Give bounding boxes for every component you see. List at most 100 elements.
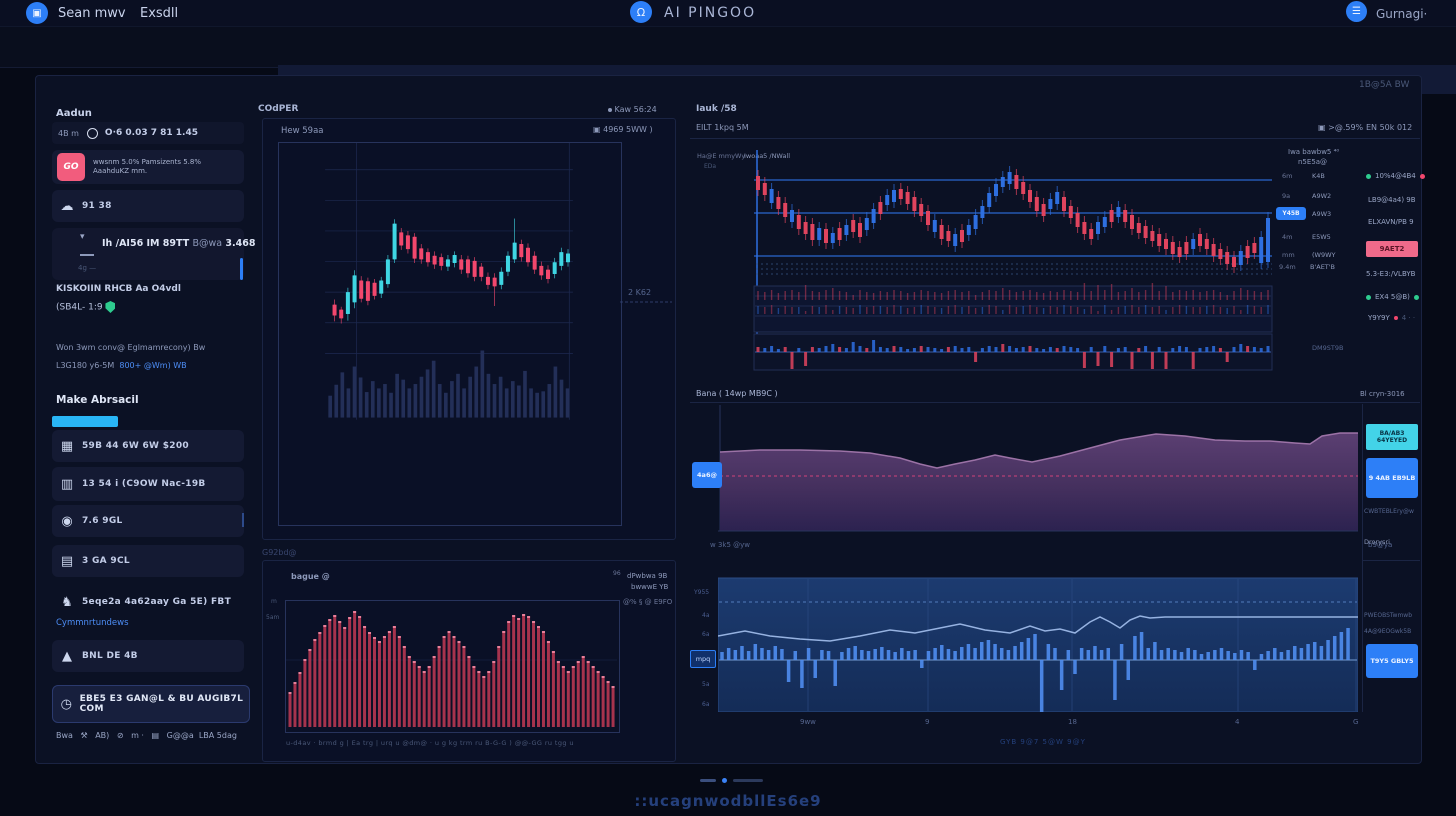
sidebar-item-power[interactable]: ◉ 7.6 9GL <box>52 505 244 537</box>
cyan-action-badge[interactable]: BA/AB3 64YEYED <box>1366 424 1418 450</box>
axis-header2: n5E5a@ <box>1298 158 1327 166</box>
pager-dot-active[interactable] <box>722 778 727 783</box>
cloud-item-label: 91 38 <box>82 201 112 211</box>
sidebar-item-calculator[interactable]: ▦ 59B 44 6W 6W $200 <box>52 430 244 462</box>
green-dot-icon <box>1366 295 1371 300</box>
scrollbar-tick <box>242 513 244 527</box>
sidebar-item-cash[interactable]: ▤ 3 GA 9CL <box>52 545 244 577</box>
main-chart-toolbar[interactable]: ▣ 4969 5WW ) <box>593 125 653 134</box>
price-val: E5W5 <box>1312 233 1331 241</box>
center-logo-icon: Ω <box>630 1 652 23</box>
sidebar-section-header: Make Abrsacil <box>56 394 139 406</box>
legend-item[interactable]: 10%4@4B4 <box>1366 172 1425 180</box>
main-chart-subtitle: Hew 59aa <box>281 126 324 136</box>
price-val: K4B <box>1312 172 1325 180</box>
slash-icon[interactable]: ⊘ <box>117 731 124 740</box>
calendar-icon: ▣ <box>1318 123 1326 132</box>
right-chart-meta2: EN 50k 012 <box>1366 123 1412 132</box>
legend-item[interactable]: Y9Y9Y 4 · · <box>1368 314 1415 322</box>
blue-xtick: 18 <box>1068 718 1077 726</box>
compass-icon: ◷ <box>53 697 80 712</box>
nav-link-exsdll[interactable]: Exsdll <box>140 6 178 21</box>
sidebar-item-label: 5eqe2a 4a62aay Ga 5E) FBT <box>82 597 231 607</box>
promo-line1: wwsnm 5.0% Pamsizents 5.8% <box>93 158 201 166</box>
price-val: (W9WY <box>1312 251 1336 259</box>
sidebar-item-cloud[interactable]: ☁ 91 38 <box>52 190 244 222</box>
legend-item[interactable]: LB9@4a4) 9B <box>1368 196 1416 204</box>
osc-xaxis-labels: u-d4av · brmd g | Ea trg | urq u @dm@ · … <box>286 739 652 747</box>
price-tick-line <box>620 300 672 306</box>
right-chart-meta1[interactable]: ▣ >@.59% <box>1318 123 1363 132</box>
cloud-icon: ☁ <box>52 199 82 214</box>
calendar-icon: ▣ <box>593 125 601 134</box>
main-chart-status: Kaw 56:24 <box>608 105 657 114</box>
blue-action-badge2[interactable]: T9Y5 GBLY5 <box>1366 644 1418 678</box>
sidebar-header: Aadun <box>56 108 92 119</box>
wrench-icon[interactable]: ⚒ <box>80 731 87 740</box>
price-label: 2 K62 <box>628 288 651 297</box>
osc-panel-label: G92bd@ <box>262 548 297 557</box>
card-icon[interactable]: ▤ <box>152 731 160 740</box>
blue-bar-chart[interactable] <box>718 576 1358 712</box>
footer-text3: m · <box>131 731 144 740</box>
sidebar-item-image[interactable]: ▲ BNL DE 4B <box>52 640 244 672</box>
account-title: Ih /AI56 IM 89TT <box>102 238 189 249</box>
sidebar-link-inline[interactable]: 800+ @Wm) WB <box>119 361 186 370</box>
sidebar-link[interactable]: Cymmnrtundews <box>56 618 129 628</box>
blue-action-badge[interactable]: 9 4AB EB9LB <box>1366 458 1418 498</box>
sidebar-item-label: 59B 44 6W 6W $200 <box>82 441 189 451</box>
right-candlestick-chart[interactable] <box>752 148 1274 374</box>
sidebar-item-horse[interactable]: ♞ 5eqe2a 4a62aay Ga 5E) FBT <box>52 588 244 616</box>
sidebar-scrollbar[interactable] <box>240 258 243 280</box>
bank-icon: ▥ <box>52 477 82 492</box>
osc-bar-chart[interactable] <box>285 600 618 731</box>
blue-ytick: 5a <box>702 681 710 688</box>
right-axis-left2: EDa <box>704 163 716 170</box>
osc-title: bague @ <box>291 572 330 581</box>
osc-right-line1: dPwbwa 9B <box>627 572 667 580</box>
right-chart-title: Iauk /58 <box>696 104 737 114</box>
app-title: AI PINGOO <box>664 5 756 21</box>
legend-pink-badge[interactable]: 9AET2 <box>1366 241 1418 257</box>
legend-item[interactable]: EX4 5@B) <box>1366 293 1419 301</box>
sidebar-account-block[interactable]: ▾ Ih /AI56 IM 89TT B@wa 3.468 4g — <box>52 228 244 280</box>
badges-text3: PWEOBSTwmwb <box>1364 612 1412 619</box>
legend-item[interactable]: 5.3-E3:/VLBYB <box>1366 270 1415 278</box>
price-val: B'AET'B <box>1310 263 1335 271</box>
sidebar-item-bank[interactable]: ▥ 13 54 i (C9OW Nac-19B <box>52 467 244 501</box>
sidebar-line1: KISKOIIN RHCB Aa O4vdl <box>56 284 181 294</box>
footer-text4: G@@a <box>167 731 194 740</box>
blue-xtick: G <box>1353 718 1358 726</box>
sidebar-item-label: EBE5 E3 GAN@L & BU AUGIB7L COM <box>80 694 249 714</box>
price-tick: 4m <box>1282 233 1292 241</box>
brand-name[interactable]: Sean mwv <box>58 6 126 21</box>
sidebar-item-label: 3 GA 9CL <box>82 556 130 566</box>
footer-text2: AB) <box>95 731 109 740</box>
chevron-down-icon[interactable]: ▾ <box>80 232 85 242</box>
sidebar-promo[interactable]: GO wwsnm 5.0% Pamsizents 5.8% AaahduKZ m… <box>52 150 244 184</box>
brand-logo-icon[interactable]: ▣ <box>26 2 48 24</box>
blue-left-badge[interactable]: mpq <box>690 650 716 668</box>
wallet-icon[interactable]: ☰ <box>1346 1 1367 22</box>
legend-item[interactable]: ELXAVN/PB 9 <box>1368 218 1414 226</box>
area-footer-left: w 3k5 @yw <box>710 541 750 549</box>
green-dot-icon <box>1414 295 1419 300</box>
area-chart[interactable] <box>718 404 1358 532</box>
pager-dash[interactable] <box>700 779 716 782</box>
divider <box>690 138 1420 139</box>
area-left-badge[interactable]: 4a6@ <box>692 462 722 488</box>
sidebar-line3: Won 3wm conv@ Eglmamrecony) Bw <box>56 343 205 352</box>
price-tick: 9a <box>1282 192 1290 200</box>
sidebar-item-featured[interactable]: ◷ EBE5 E3 GAN@L & BU AUGIB7L COM <box>52 685 250 723</box>
blue-ytick: Y955 <box>694 589 709 596</box>
sidebar-line2: (SB4L- 1:9 <box>56 301 115 313</box>
sidebar-stats-row[interactable]: 4B m O·6 0.03 7 81 1.45 <box>52 122 244 144</box>
main-candlestick-chart[interactable] <box>278 142 620 524</box>
osc-right-small: 96 <box>613 570 621 577</box>
calculator-icon: ▦ <box>52 439 82 454</box>
osc-toolbar-icons[interactable]: @% § @ E9FO <box>623 598 672 606</box>
pager-dash[interactable] <box>733 779 763 782</box>
main-chart-title: COdPER <box>258 104 298 114</box>
account-label[interactable]: Gurnagi· <box>1376 7 1427 21</box>
price-badge: Y45B <box>1276 207 1306 220</box>
